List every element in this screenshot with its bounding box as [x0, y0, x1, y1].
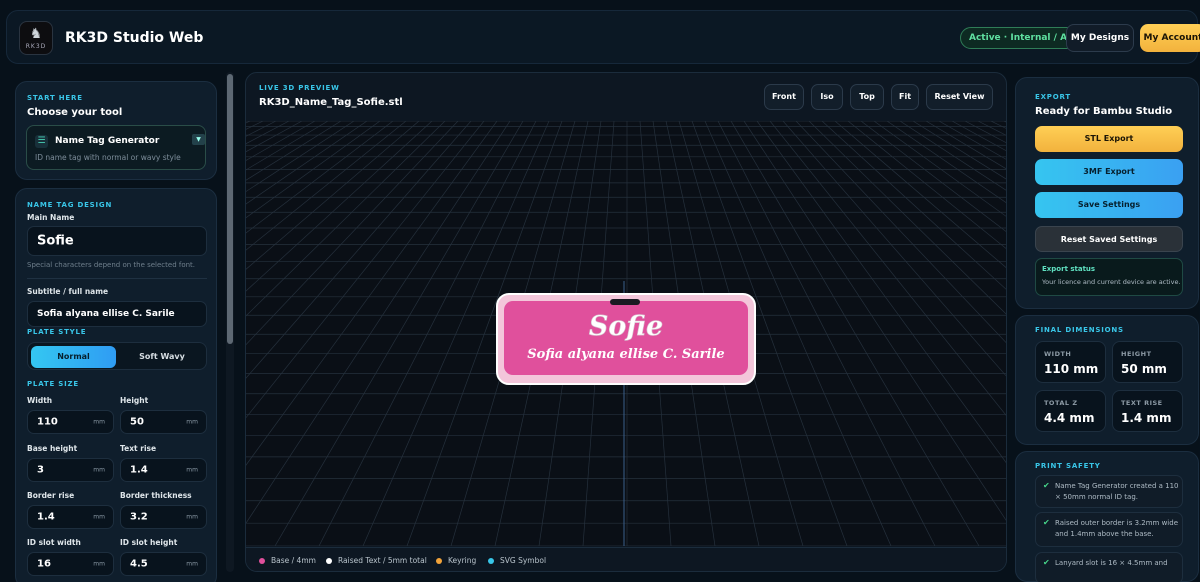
total-z-dimension: TOTAL Z 4.4 mm — [1035, 390, 1106, 432]
app-title: RK3D Studio Web — [65, 30, 204, 46]
section-title: Ready for Bambu Studio — [1035, 106, 1173, 117]
main-name-hint: Special characters depend on the selecte… — [27, 261, 196, 269]
tag-main-text: Sofie — [589, 311, 663, 342]
section-label: START HERE — [27, 94, 83, 102]
safety-item: ✔ Lanyard slot is 16 × 4.5mm and — [1035, 552, 1183, 582]
export-status-title: Export status — [1042, 265, 1096, 273]
height-input[interactable]: 50 mm — [120, 410, 207, 434]
app-logo[interactable]: ♞ RK3D — [19, 21, 53, 55]
selected-tool: Name Tag Generator — [55, 136, 160, 146]
view-iso-button[interactable]: Iso — [811, 84, 843, 110]
id-slot-width-label: ID slot width — [27, 538, 81, 547]
section-label: PRINT SAFETY — [1035, 462, 1101, 470]
design-card: NAME TAG DESIGN Main Name Sofie Special … — [15, 188, 217, 582]
tool-card: START HERE Choose your tool ☰ Name Tag G… — [15, 81, 217, 180]
logo-text: RK3D — [25, 42, 47, 50]
top-bar: ♞ RK3D RK3D Studio Web Active · Internal… — [6, 10, 1200, 64]
style-normal-option[interactable]: Normal — [31, 346, 116, 368]
legend-dot — [259, 558, 265, 564]
print-safety-card: PRINT SAFETY ✔ Name Tag Generator create… — [1015, 451, 1199, 582]
export-card: EXPORT Ready for Bambu Studio STL Export… — [1015, 77, 1199, 309]
left-panel[interactable]: START HERE Choose your tool ☰ Name Tag G… — [6, 70, 236, 582]
reset-view-button[interactable]: Reset View — [926, 84, 993, 110]
section-label: LIVE 3D PREVIEW — [259, 84, 340, 92]
3d-canvas[interactable]: Sofie Sofia alyana ellise C. Sarile — [246, 120, 1006, 547]
file-name: RK3D_Name_Tag_Sofie.stl — [259, 97, 403, 108]
check-icon: ✔ — [1043, 558, 1050, 567]
id-slot-height-label: ID slot height — [120, 538, 178, 547]
style-soft-wavy-option[interactable]: Soft Wavy — [119, 346, 205, 368]
name-tag-model[interactable]: Sofie Sofia alyana ellise C. Sarile — [496, 293, 756, 385]
width-label: Width — [27, 396, 53, 405]
border-rise-input[interactable]: 1.4 mm — [27, 505, 114, 529]
height-label: Height — [120, 396, 149, 405]
legend-item-svg-symbol: SVG Symbol — [488, 556, 546, 565]
view-top-button[interactable]: Top — [850, 84, 884, 110]
view-fit-button[interactable]: Fit — [891, 84, 919, 110]
my-designs-button[interactable]: My Designs — [1066, 24, 1134, 52]
check-icon: ✔ — [1043, 481, 1050, 490]
id-slot-height-input[interactable]: 4.5 mm — [120, 552, 207, 576]
main-name-label: Main Name — [27, 213, 75, 222]
id-slot-width-input[interactable]: 16 mm — [27, 552, 114, 576]
tool-description: ID name tag with normal or wavy style — [35, 153, 181, 162]
text-rise-label: Text rise — [120, 444, 157, 453]
safety-item: ✔ Raised outer border is 3.2mm wide and … — [1035, 512, 1183, 547]
subtitle-input[interactable]: Sofia alyana ellise C. Sarile — [27, 301, 207, 327]
left-scrollbar[interactable] — [226, 72, 234, 572]
legend-dot — [326, 558, 332, 564]
border-thickness-label: Border thickness — [120, 491, 192, 500]
legend: Base / 4mm Raised Text / 5mm total Keyri… — [246, 547, 1006, 571]
height-dimension: HEIGHT 50 mm — [1112, 341, 1183, 383]
legend-dot — [436, 558, 442, 564]
tag-sub-text: Sofia alyana ellise C. Sarile — [527, 347, 724, 362]
plate-style-toggle: Normal Soft Wavy — [27, 342, 207, 370]
text-rise-dimension: TEXT RISE 1.4 mm — [1112, 390, 1183, 432]
width-dimension: WIDTH 110 mm — [1035, 341, 1106, 383]
legend-dot — [488, 558, 494, 564]
id-slot — [610, 299, 640, 305]
plate-style-label: PLATE STYLE — [27, 328, 87, 336]
border-thickness-input[interactable]: 3.2 mm — [120, 505, 207, 529]
save-settings-button[interactable]: Save Settings — [1035, 192, 1183, 218]
border-rise-label: Border rise — [27, 491, 75, 500]
legend-item-raised-text: Raised Text / 5mm total — [326, 556, 427, 565]
legend-item-keyring: Keyring — [436, 556, 476, 565]
width-input[interactable]: 110 mm — [27, 410, 114, 434]
safety-item: ✔ Name Tag Generator created a 110 × 50m… — [1035, 475, 1183, 508]
3mf-export-button[interactable]: 3MF Export — [1035, 159, 1183, 185]
text-rise-input[interactable]: 1.4 mm — [120, 458, 207, 482]
divider — [27, 278, 207, 279]
section-label: EXPORT — [1035, 93, 1071, 101]
base-height-input[interactable]: 3 mm — [27, 458, 114, 482]
base-height-label: Base height — [27, 444, 78, 453]
export-status-box: Export status Your licence and current d… — [1035, 258, 1183, 296]
dimensions-card: FINAL DIMENSIONS WIDTH 110 mm HEIGHT 50 … — [1015, 315, 1199, 445]
reset-saved-settings-button[interactable]: Reset Saved Settings — [1035, 226, 1183, 252]
scrollbar-thumb[interactable] — [227, 74, 233, 344]
view-front-button[interactable]: Front — [764, 84, 804, 110]
plate-size-label: PLATE SIZE — [27, 380, 79, 388]
section-title: Choose your tool — [27, 107, 123, 118]
rocket-icon: ♞ — [29, 25, 43, 42]
my-account-button[interactable]: My Account — [1140, 24, 1200, 52]
section-label: NAME TAG DESIGN — [27, 201, 113, 209]
tool-select[interactable]: ☰ Name Tag Generator ▼ ID name tag with … — [26, 125, 206, 170]
legend-item-base: Base / 4mm — [259, 556, 316, 565]
check-icon: ✔ — [1043, 518, 1050, 527]
list-icon: ☰ — [35, 135, 48, 148]
section-label: FINAL DIMENSIONS — [1035, 326, 1124, 334]
chevron-down-icon[interactable]: ▼ — [192, 134, 205, 145]
preview-panel: LIVE 3D PREVIEW RK3D_Name_Tag_Sofie.stl … — [245, 72, 1007, 572]
subtitle-label: Subtitle / full name — [27, 287, 109, 296]
export-status-text: Your licence and current device are acti… — [1042, 278, 1181, 286]
stl-export-button[interactable]: STL Export — [1035, 126, 1183, 152]
grid-floor: Sofie Sofia alyana ellise C. Sarile — [246, 120, 1006, 547]
main-name-input[interactable]: Sofie — [27, 226, 207, 256]
